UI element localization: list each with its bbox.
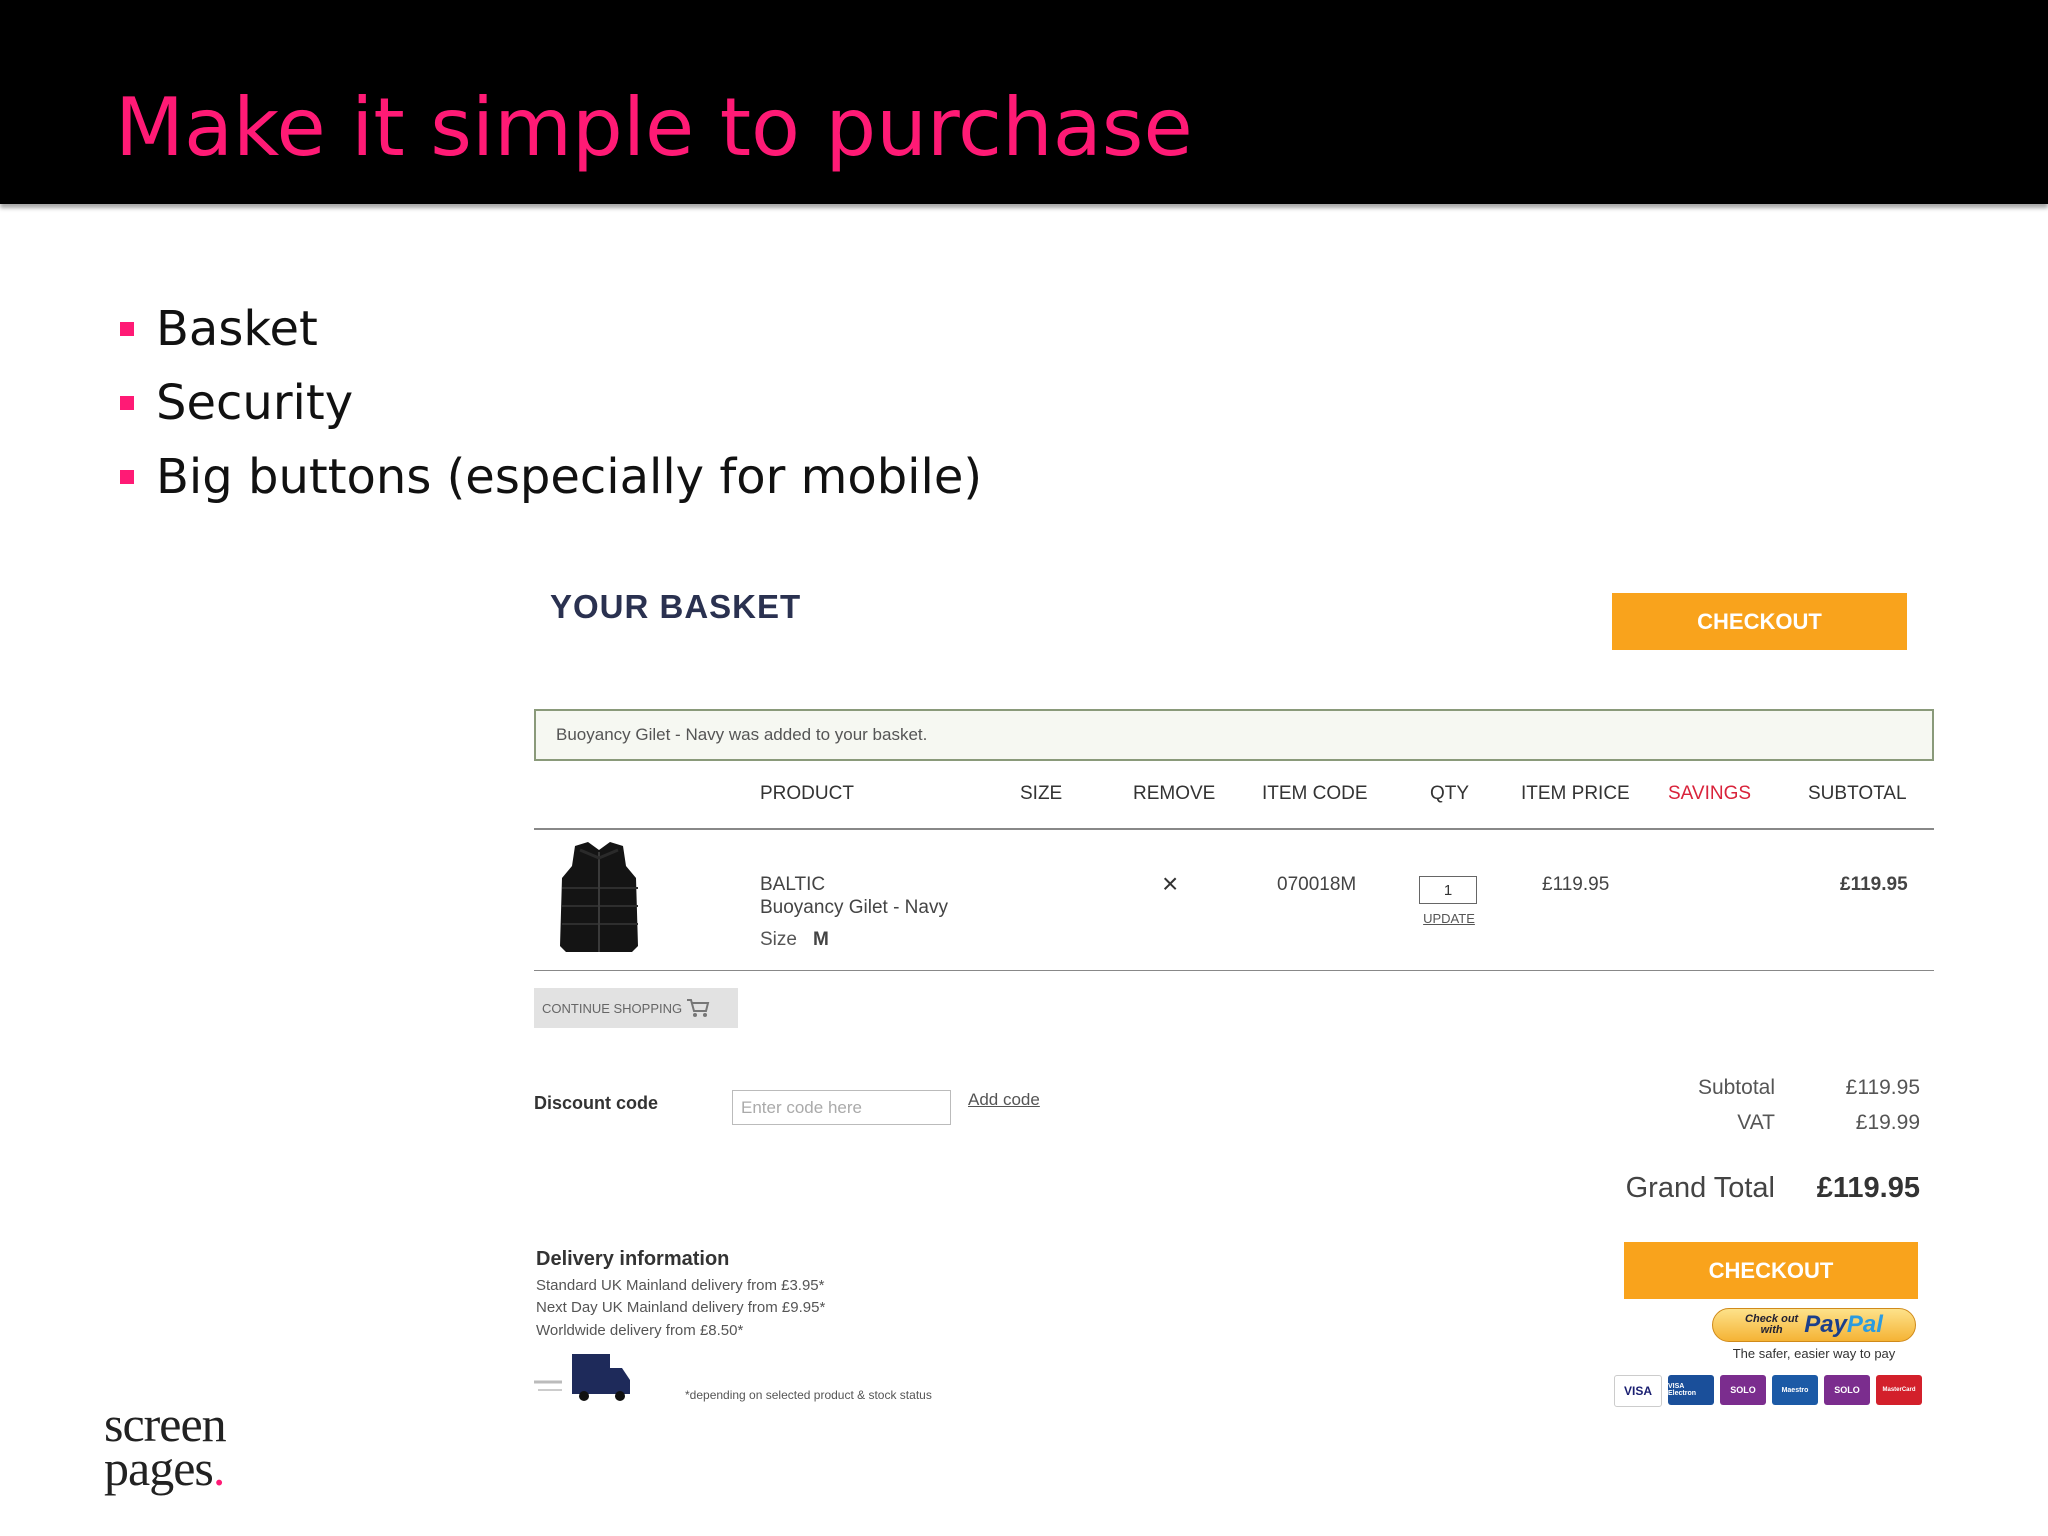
checkout-button-top[interactable]: CHECKOUT [1612,593,1907,650]
delivery-note: *depending on selected product & stock s… [685,1388,932,1402]
remove-x-icon[interactable]: × [1162,868,1178,900]
basket-title: YOUR BASKET [550,588,802,625]
bullet-square-icon [120,322,134,336]
paypal-tagline: The safer, easier way to pay [1732,1346,1896,1361]
item-size-value: M [813,929,829,950]
solo-card-icon: SOLO [1720,1375,1766,1405]
subtotal-label: Subtotal [1697,1076,1775,1099]
vat-label: VAT [1737,1111,1775,1134]
solo-card-icon-2: SOLO [1824,1375,1870,1405]
bullet-list: Basket Security Big buttons (especially … [118,292,982,514]
discount-code-label: Discount code [534,1093,659,1113]
header-divider [534,828,1934,830]
item-size-label: Size [760,929,797,950]
vat-value: £19.99 [1855,1111,1920,1134]
col-header-remove: REMOVE [1133,783,1216,804]
item-subtotal: £119.95 [1840,874,1908,895]
grand-total-value: £119.95 [1816,1172,1920,1204]
discount-code-input[interactable]: Enter code here [732,1090,951,1125]
mastercard-card-icon: MasterCard [1876,1375,1922,1405]
row-divider [534,970,1934,971]
added-notice: Buoyancy Gilet - Navy was added to your … [534,709,1934,761]
grand-total-label: Grand Total [1625,1172,1775,1204]
paypal-checkout-text: Check out with [1745,1313,1799,1336]
bullet-item: Security [118,366,982,440]
bullet-square-icon [120,396,134,410]
col-header-qty: QTY [1430,783,1470,804]
col-header-size: SIZE [1020,783,1063,804]
delivery-info-title: Delivery information [536,1248,730,1270]
col-header-subtotal: SUBTOTAL [1808,783,1907,804]
delivery-line: Standard UK Mainland delivery from £3.95… [536,1277,825,1294]
checkout-button-bottom[interactable]: CHECKOUT [1624,1242,1918,1299]
item-code: 070018M [1277,874,1357,895]
bullet-square-icon [120,470,134,484]
continue-shopping-label: CONTINUE SHOPPING [542,1000,683,1016]
continue-shopping-button[interactable]: CONTINUE SHOPPING [534,988,738,1028]
col-header-item-code: ITEM CODE [1262,783,1368,804]
bullet-item: Basket [118,292,982,366]
bullet-item: Big buttons (especially for mobile) [118,440,982,514]
col-header-item-price: ITEM PRICE [1521,783,1630,804]
update-link[interactable]: UPDATE [1419,911,1479,926]
item-name: Buoyancy Gilet - Navy [760,897,948,918]
subtotal-value: £119.95 [1845,1076,1920,1099]
paypal-logo: PayPal [1804,1311,1883,1338]
delivery-line: Next Day UK Mainland delivery from £9.95… [536,1299,826,1316]
payment-card-icons: VISA VISA Electron SOLO Maestro SOLO Mas… [1614,1375,1922,1407]
col-header-product: PRODUCT [760,783,854,804]
delivery-truck-icon [534,1354,630,1401]
item-brand: BALTIC [760,874,826,895]
delivery-line: Worldwide delivery from £8.50* [536,1322,744,1339]
col-header-savings: SAVINGS [1668,783,1752,804]
visa-electron-card-icon: VISA Electron [1668,1375,1714,1405]
qty-input[interactable]: 1 [1419,876,1477,904]
paypal-checkout-button[interactable]: Check out with PayPal [1712,1308,1916,1342]
screenpages-logo: screen pages. [104,1396,227,1496]
item-price: £119.95 [1542,874,1610,895]
maestro-card-icon: Maestro [1772,1375,1818,1405]
product-gilet-image [540,836,658,960]
cart-icon [687,999,710,1017]
slide-title: Make it simple to purchase [115,81,1193,174]
add-code-link[interactable]: Add code [968,1090,1040,1110]
visa-card-icon: VISA [1614,1375,1662,1407]
